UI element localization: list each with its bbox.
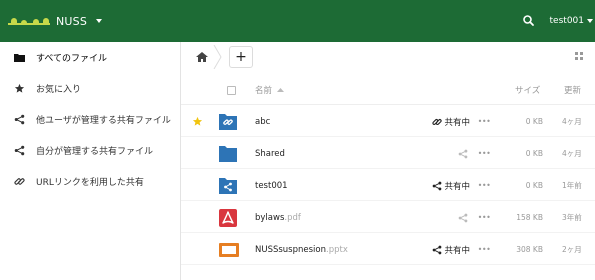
link-icon bbox=[432, 118, 443, 125]
more-actions-icon[interactable]: ••• bbox=[477, 202, 491, 233]
more-actions-icon[interactable]: ••• bbox=[477, 138, 491, 169]
share-status[interactable]: 共有中 bbox=[415, 234, 470, 265]
file-name-text: abc bbox=[255, 116, 271, 127]
breadcrumb: + bbox=[181, 42, 595, 72]
sidebar-item-shared-with-me[interactable]: 他ユーザが管理する共有ファイル bbox=[0, 104, 180, 135]
file-size: 158 KB bbox=[516, 213, 543, 222]
app-name: NUSS bbox=[56, 14, 88, 28]
table-header: 名前 サイズ 更新 bbox=[181, 75, 595, 105]
user-name: test001 bbox=[549, 16, 584, 26]
column-name-header[interactable]: 名前 bbox=[255, 75, 285, 105]
pdf-file-icon bbox=[219, 202, 239, 233]
share-icon bbox=[458, 213, 468, 222]
table-row[interactable]: NUSSsuspnesion .pptx 共有中 ••• 308 KB 2ヶ月 bbox=[181, 234, 595, 265]
file-size: 308 KB bbox=[516, 245, 543, 254]
table-row[interactable]: bylaws .pdf ••• 158 KB 3年前 bbox=[181, 202, 595, 233]
sidebar-item-shared-by-link[interactable]: URLリンクを利用した共有 bbox=[0, 166, 180, 197]
more-actions-icon[interactable]: ••• bbox=[477, 106, 491, 137]
select-all-checkbox[interactable] bbox=[227, 75, 236, 105]
home-icon[interactable] bbox=[191, 45, 213, 69]
share-icon bbox=[458, 149, 468, 158]
favorite-star-icon[interactable] bbox=[191, 106, 203, 137]
new-button[interactable]: + bbox=[229, 46, 253, 68]
file-size: 0 KB bbox=[525, 181, 543, 190]
file-modified: 2ヶ月 bbox=[562, 245, 582, 254]
grid-view-icon[interactable] bbox=[573, 50, 587, 64]
file-extension: .pptx bbox=[326, 244, 348, 255]
link-icon bbox=[13, 176, 25, 188]
file-name-text: bylaws bbox=[255, 212, 285, 223]
share-status[interactable]: 共有中 bbox=[415, 106, 470, 137]
file-list-panel: + 名前 サイズ 更新 abc 共有中 ••• 0 KB 4ヶ月 Shared … bbox=[181, 42, 595, 280]
sidebar-item-label: 自分が管理する共有ファイル bbox=[36, 147, 154, 157]
file-name[interactable]: abc bbox=[255, 106, 270, 137]
folder-icon bbox=[219, 138, 239, 169]
file-name-text: NUSSsuspnesion bbox=[255, 244, 327, 255]
share-icon bbox=[13, 114, 25, 126]
file-name-text: test001 bbox=[255, 180, 288, 191]
column-modified-header[interactable]: 更新 bbox=[564, 75, 581, 105]
presentation-file-icon bbox=[219, 234, 239, 265]
share-status-label: 共有中 bbox=[444, 245, 470, 256]
file-name[interactable]: test001 bbox=[255, 170, 288, 201]
share-icon bbox=[13, 145, 25, 157]
search-icon[interactable] bbox=[520, 12, 538, 30]
share-status-label: 共有中 bbox=[444, 181, 470, 192]
file-modified: 4ヶ月 bbox=[562, 149, 582, 158]
file-name[interactable]: NUSSsuspnesion .pptx bbox=[255, 234, 348, 265]
sort-ascending-icon bbox=[277, 88, 285, 92]
table-row[interactable]: Shared ••• 0 KB 4ヶ月 bbox=[181, 138, 595, 169]
user-menu[interactable]: test001 bbox=[550, 16, 593, 26]
chevron-down-icon bbox=[587, 19, 593, 23]
more-actions-icon[interactable]: ••• bbox=[477, 234, 491, 265]
file-modified: 3年前 bbox=[562, 213, 582, 222]
table-row[interactable]: abc 共有中 ••• 0 KB 4ヶ月 bbox=[181, 106, 595, 137]
file-name-text: Shared bbox=[255, 148, 285, 159]
file-size: 0 KB bbox=[525, 149, 543, 158]
breadcrumb-separator bbox=[213, 45, 222, 69]
share-status[interactable]: 共有中 bbox=[415, 170, 470, 201]
file-extension: .pdf bbox=[284, 212, 301, 223]
file-name[interactable]: bylaws .pdf bbox=[255, 202, 301, 233]
more-actions-icon[interactable]: ••• bbox=[477, 170, 491, 201]
header-bar: NUSS test001 bbox=[0, 0, 595, 42]
share-button[interactable] bbox=[415, 138, 470, 169]
sidebar-item-label: 他ユーザが管理する共有ファイル bbox=[36, 116, 171, 126]
file-modified: 1年前 bbox=[562, 181, 582, 190]
app-menu[interactable]: NUSS bbox=[8, 0, 103, 42]
sidebar: すべてのファイル お気に入り 他ユーザが管理する共有ファイル 自分が管理する共有… bbox=[0, 42, 181, 280]
share-status-label: 共有中 bbox=[444, 117, 470, 128]
column-size-label: サイズ bbox=[515, 86, 541, 96]
file-size: 0 KB bbox=[525, 117, 543, 126]
sidebar-item-favorites[interactable]: お気に入り bbox=[0, 73, 180, 104]
shared-folder-icon bbox=[219, 170, 239, 201]
table-row[interactable]: test001 共有中 ••• 0 KB 1年前 bbox=[181, 170, 595, 201]
sidebar-item-all-files[interactable]: すべてのファイル bbox=[0, 42, 180, 73]
column-size-header[interactable]: サイズ bbox=[515, 75, 540, 105]
logo-icon bbox=[8, 16, 50, 26]
share-button[interactable] bbox=[415, 202, 470, 233]
column-name-label: 名前 bbox=[255, 86, 273, 96]
chevron-down-icon bbox=[96, 19, 103, 23]
folder-icon bbox=[13, 52, 25, 64]
star-icon bbox=[13, 83, 25, 95]
sidebar-item-label: お気に入り bbox=[36, 85, 82, 95]
file-name[interactable]: Shared bbox=[255, 138, 285, 169]
sidebar-item-label: URLリンクを利用した共有 bbox=[36, 178, 144, 188]
share-icon bbox=[433, 181, 442, 190]
file-modified: 4ヶ月 bbox=[562, 117, 582, 126]
sidebar-item-shared-by-me[interactable]: 自分が管理する共有ファイル bbox=[0, 135, 180, 166]
sidebar-item-label: すべてのファイル bbox=[36, 54, 108, 64]
column-modified-label: 更新 bbox=[564, 86, 582, 96]
link-folder-icon bbox=[219, 106, 239, 137]
share-icon bbox=[433, 245, 442, 254]
